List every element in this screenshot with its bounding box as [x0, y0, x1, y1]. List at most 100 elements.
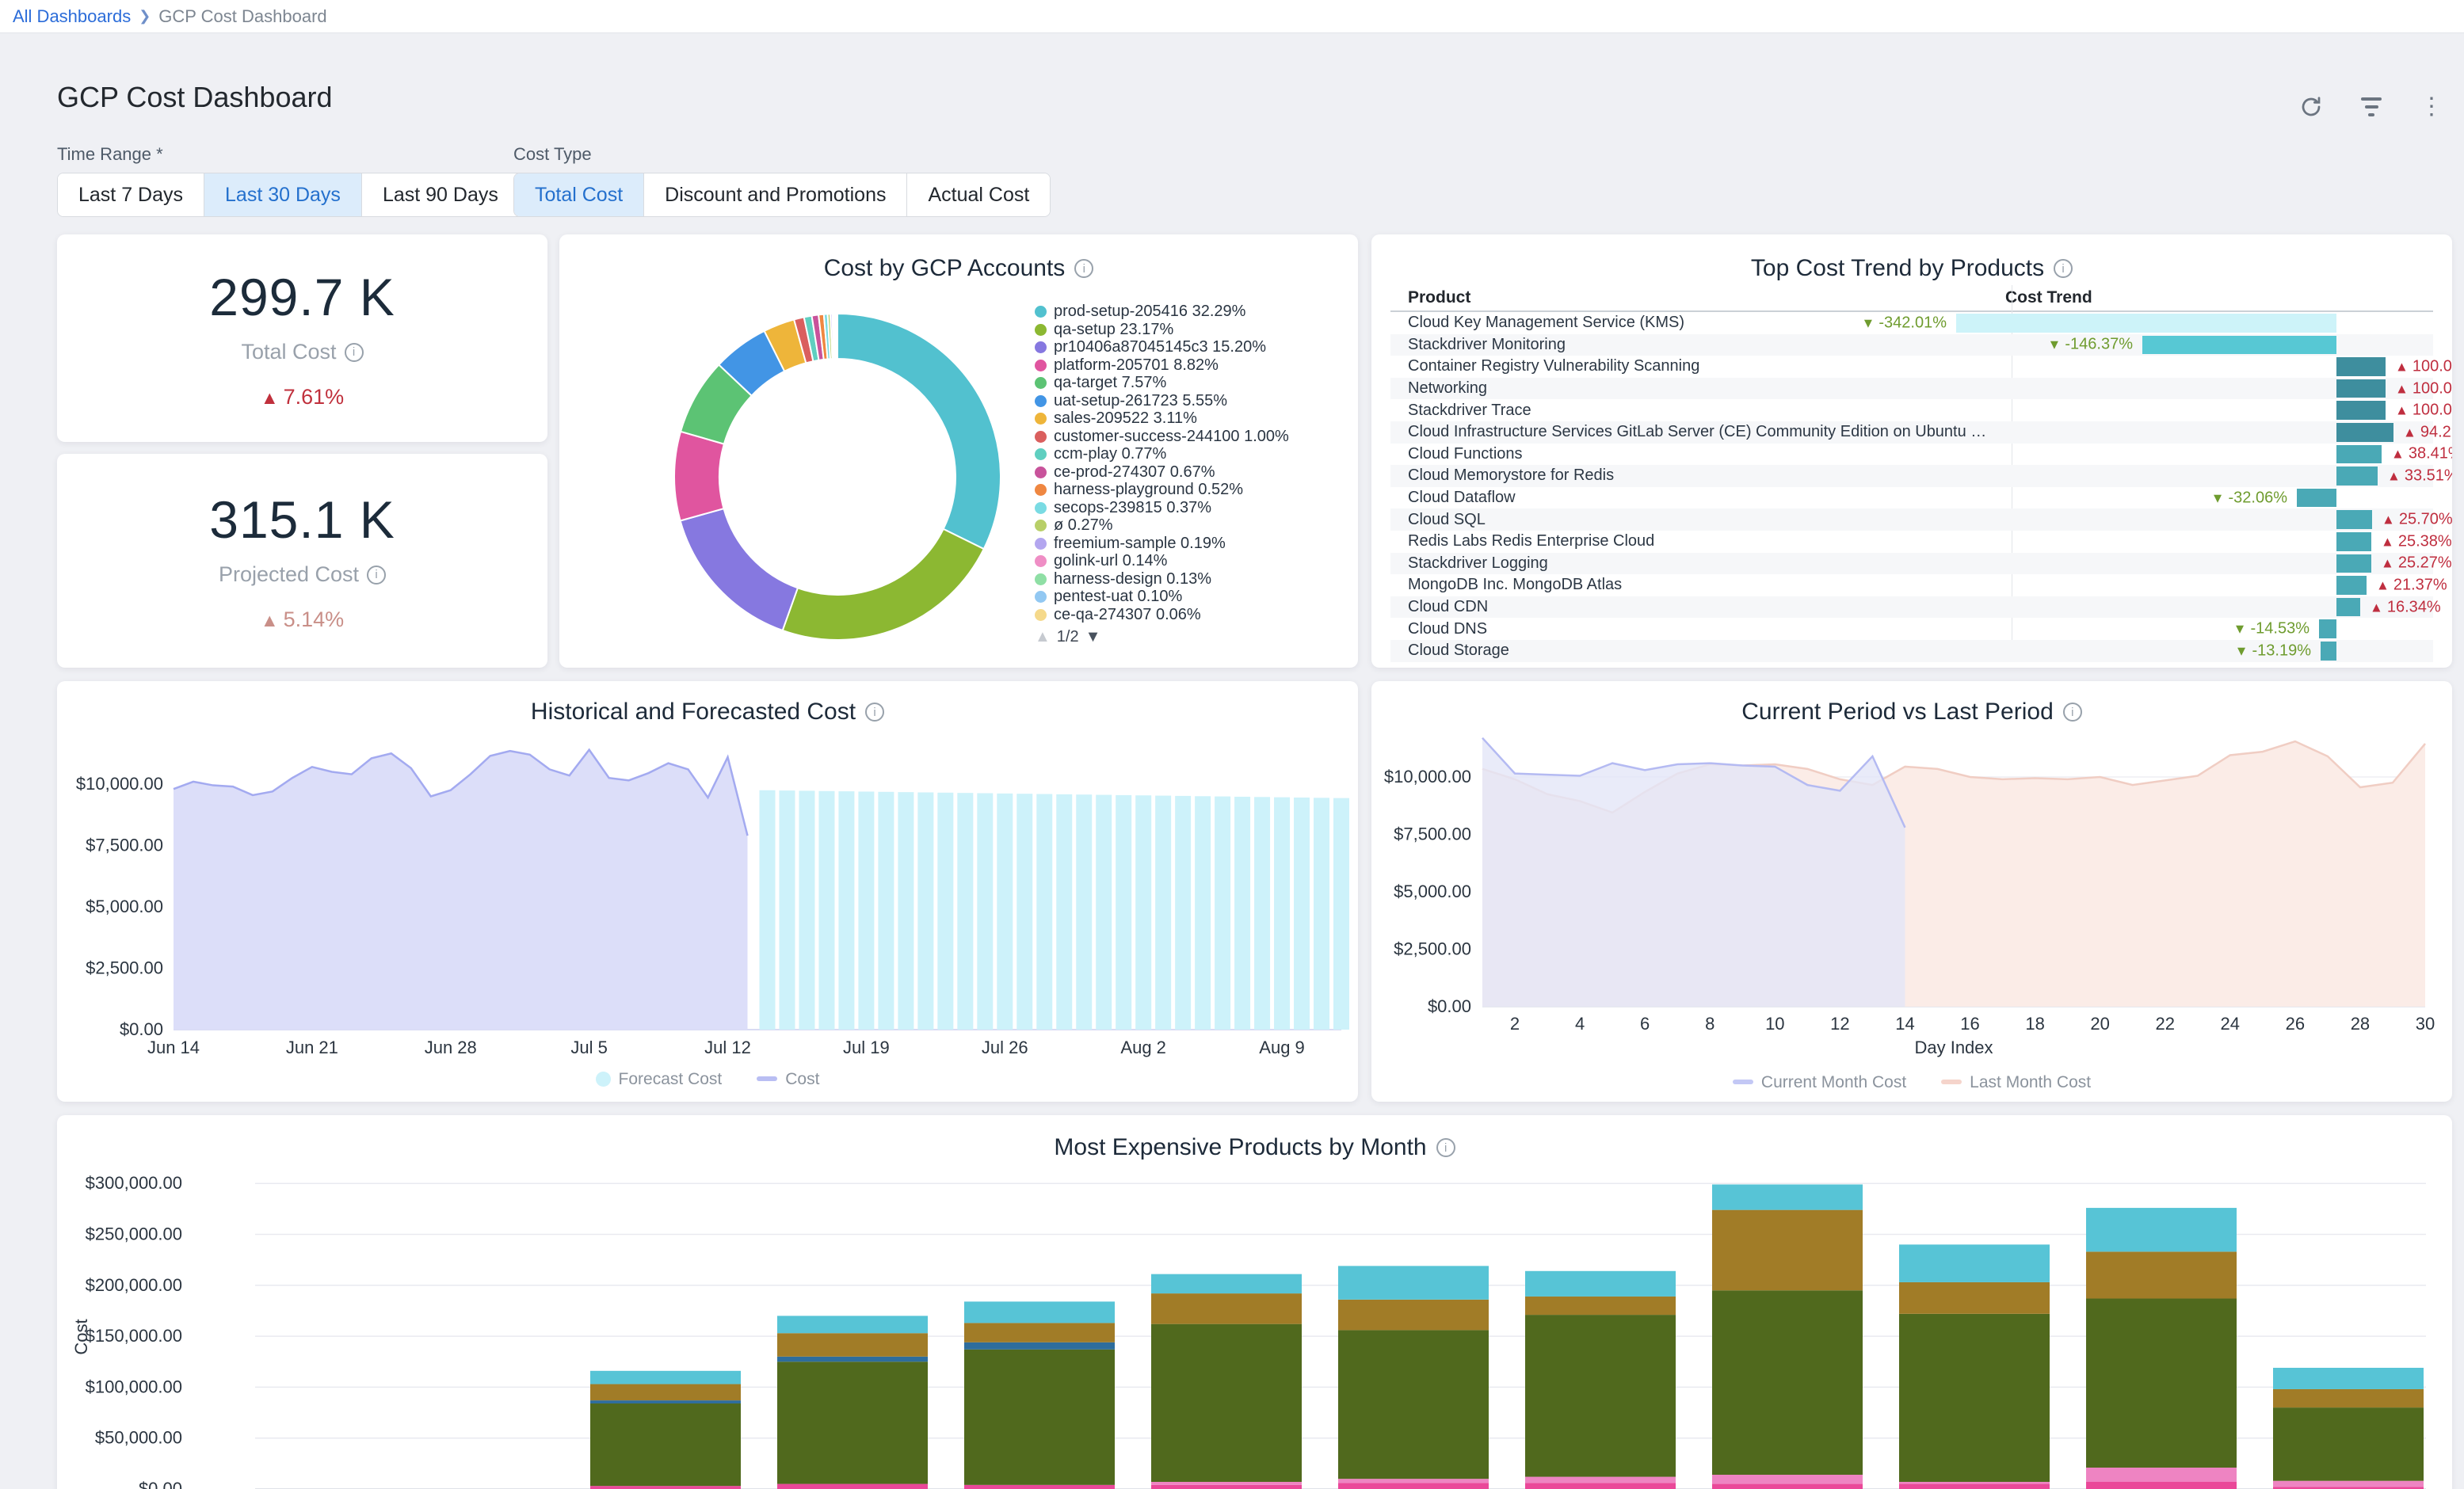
legend-item[interactable]: pr10406a87045145c3 15.20% — [1035, 338, 1342, 356]
info-icon[interactable]: i — [1074, 259, 1093, 278]
trend-bar — [1956, 314, 2336, 333]
product-name: Stackdriver Monitoring — [1390, 336, 1993, 354]
trend-value: ▲21.37% — [2376, 576, 2447, 594]
legend-item[interactable]: ccm-play 0.77% — [1035, 445, 1342, 463]
cost-type-total-cost[interactable]: Total Cost — [514, 173, 643, 216]
legend-current-month[interactable]: Current Month Cost — [1733, 1073, 1906, 1092]
trend-bar — [2336, 379, 2386, 398]
legend-label: ccm-play 0.77% — [1054, 445, 1166, 463]
svg-text:Jul 5: Jul 5 — [570, 1038, 607, 1057]
trend-value: ▼-13.19% — [2235, 642, 2311, 660]
down-triangle-icon: ▼ — [2211, 490, 2225, 505]
cost-trend-cell: ▲100.00% — [1993, 378, 2433, 400]
kebab-menu-icon[interactable]: ⋮ — [2418, 93, 2445, 120]
svg-text:Cost: Cost — [71, 1319, 91, 1354]
trend-value: ▲25.38% — [2381, 532, 2452, 550]
legend-item[interactable]: qa-target 7.57% — [1035, 374, 1342, 392]
legend-item[interactable]: secops-239815 0.37% — [1035, 499, 1342, 517]
table-row: Cloud SQL▲25.70% — [1390, 508, 2433, 531]
legend-dot-icon — [1035, 520, 1047, 531]
breadcrumb-all-dashboards[interactable]: All Dashboards — [13, 6, 131, 27]
cost-type-label: Cost Type — [513, 144, 1051, 165]
cost-type-filter: Cost Type Total Cost Discount and Promot… — [513, 144, 1051, 217]
legend-dot-icon — [1035, 431, 1047, 443]
legend-item[interactable]: uat-setup-261723 5.55% — [1035, 392, 1342, 410]
legend-item[interactable]: ce-qa-274307 0.06% — [1035, 606, 1342, 624]
legend-label: pentest-uat 0.10% — [1054, 588, 1182, 606]
legend-label: harness-design 0.13% — [1054, 570, 1211, 588]
legend-item[interactable]: harness-playground 0.52% — [1035, 481, 1342, 499]
donut-slice-platform-205701[interactable] — [674, 432, 724, 521]
legend-item[interactable]: customer-success-244100 1.00% — [1035, 428, 1342, 446]
donut-slice-qa-setup[interactable] — [783, 529, 984, 640]
trend-bar — [2142, 336, 2336, 355]
time-range-last-30-days[interactable]: Last 30 Days — [204, 173, 361, 216]
product-name: Cloud DNS — [1390, 620, 1993, 638]
current-month-marker-icon — [1733, 1080, 1753, 1084]
svg-text:Jul 19: Jul 19 — [843, 1038, 890, 1057]
cost-type-actual-cost[interactable]: Actual Cost — [906, 173, 1050, 216]
trend-bar — [2336, 401, 2386, 420]
projected-cost-label: Projected Cost — [219, 562, 359, 587]
dashboard-page: GCP Cost Dashboard ⋮ Time Range * Last 7… — [0, 33, 2464, 1489]
trend-value: ▼-32.06% — [2211, 489, 2287, 507]
legend-item[interactable]: prod-setup-205416 32.29% — [1035, 303, 1342, 321]
page-up-icon[interactable]: ▲ — [1035, 628, 1051, 646]
trend-table-title: Top Cost Trend by Products — [1751, 255, 2044, 282]
product-name: Redis Labs Redis Enterprise Cloud — [1390, 532, 1993, 550]
svg-text:$0.00: $0.00 — [139, 1479, 182, 1489]
refresh-icon[interactable] — [2298, 93, 2325, 120]
legend-cost[interactable]: Cost — [757, 1070, 819, 1089]
donut-legend: prod-setup-205416 32.29%qa-setup 23.17%p… — [1035, 303, 1342, 646]
trend-value: ▲100.00% — [2395, 357, 2452, 375]
donut-slice-pr10406a87045145c3[interactable] — [681, 508, 798, 630]
legend-item[interactable]: golink-url 0.14% — [1035, 552, 1342, 570]
legend-item[interactable]: harness-design 0.13% — [1035, 570, 1342, 588]
svg-text:$10,000.00: $10,000.00 — [76, 774, 163, 794]
legend-dot-icon — [1035, 448, 1047, 460]
legend-item[interactable]: platform-205701 8.82% — [1035, 356, 1342, 375]
svg-text:$5,000.00: $5,000.00 — [1394, 882, 1471, 901]
trend-value: ▲100.00% — [2395, 402, 2452, 420]
legend-item[interactable]: ce-prod-274307 0.67% — [1035, 463, 1342, 482]
legend-item[interactable]: sales-209522 3.11% — [1035, 409, 1342, 428]
up-triangle-icon: ▲ — [2376, 577, 2390, 592]
info-icon[interactable]: i — [367, 566, 386, 585]
down-triangle-icon: ▼ — [1862, 315, 1875, 330]
gcp-accounts-donut-chart — [572, 276, 1032, 656]
svg-text:$150,000.00: $150,000.00 — [86, 1326, 182, 1346]
legend-item[interactable]: ø 0.27% — [1035, 516, 1342, 535]
time-range-last-90-days[interactable]: Last 90 Days — [361, 173, 519, 216]
cost-trend-cell: ▲25.70% — [1993, 508, 2433, 531]
legend-item[interactable]: freemium-sample 0.19% — [1035, 535, 1342, 553]
product-name: Cloud Storage — [1390, 642, 1993, 660]
legend-forecast-cost[interactable]: Forecast Cost — [596, 1070, 723, 1089]
up-triangle-icon: ▲ — [261, 387, 279, 408]
legend-dot-icon — [1035, 395, 1047, 407]
legend-item[interactable]: qa-setup 23.17% — [1035, 321, 1342, 339]
table-row: Stackdriver Logging▲25.27% — [1390, 553, 2433, 575]
filter-icon[interactable] — [2358, 93, 2385, 120]
info-icon[interactable]: i — [345, 343, 364, 362]
page-indicator: 1/2 — [1057, 628, 1079, 646]
legend-item[interactable]: pentest-uat 0.10% — [1035, 588, 1342, 606]
column-cost-trend: Cost Trend — [1993, 288, 2092, 307]
cost-trend-cell: ▲100.00% — [1993, 399, 2433, 421]
legend-last-month[interactable]: Last Month Cost — [1941, 1073, 2091, 1092]
table-row: Cloud Storage ▼-13.19% — [1390, 640, 2433, 662]
cost-trend-cell: ▲25.38% — [1993, 531, 2433, 553]
cost-type-discount-promotions[interactable]: Discount and Promotions — [643, 173, 906, 216]
time-range-last-7-days[interactable]: Last 7 Days — [58, 173, 204, 216]
donut-slice-ce-qa-274307[interactable] — [836, 314, 837, 359]
donut-slice-prod-setup-205416[interactable] — [837, 314, 1001, 549]
table-row: Cloud CDN▲16.34% — [1390, 596, 2433, 619]
historical-legend: Forecast Cost Cost — [57, 1070, 1358, 1089]
info-icon[interactable]: i — [2054, 259, 2073, 278]
legend-dot-icon — [1035, 377, 1047, 389]
trend-bar — [2319, 619, 2336, 638]
forecast-marker-icon — [596, 1072, 611, 1087]
page-down-icon[interactable]: ▼ — [1085, 628, 1101, 646]
legend-label: customer-success-244100 1.00% — [1054, 428, 1289, 446]
table-row: Redis Labs Redis Enterprise Cloud▲25.38% — [1390, 531, 2433, 553]
legend-dot-icon — [1035, 341, 1047, 353]
